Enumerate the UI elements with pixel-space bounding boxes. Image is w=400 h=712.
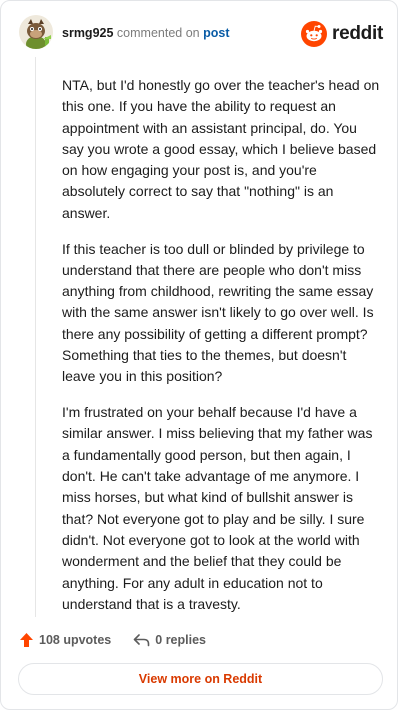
comment-paragraph: If this teacher is too dull or blinded b… <box>62 240 374 385</box>
comment-paragraph: NTA, but I'd honestly go over the teache… <box>62 77 380 221</box>
embedded-comment-card: srmg925 commented on post reddit NTA, bu… <box>0 0 398 710</box>
user-avatar[interactable] <box>19 15 53 49</box>
reply-arrow-icon <box>133 634 150 647</box>
username-link[interactable]: srmg925 <box>62 26 113 40</box>
snoo-avatar-icon <box>19 15 53 49</box>
post-link[interactable]: post <box>203 26 229 40</box>
brand-wordmark: reddit <box>332 23 383 44</box>
comment-actions: 108 upvotes 0 replies <box>19 629 228 651</box>
view-more-button[interactable]: View more on Reddit <box>18 663 383 695</box>
upvote-count: 108 upvotes <box>39 633 112 647</box>
reddit-logo-icon <box>301 21 328 47</box>
reddit-brand[interactable]: reddit <box>301 21 383 47</box>
comment-body: NTA, but I'd honestly go over the teache… <box>62 75 380 630</box>
thread-line <box>35 57 36 617</box>
upvote-button[interactable]: 108 upvotes <box>19 632 111 648</box>
reply-count: 0 replies <box>155 633 206 647</box>
comment-meta: srmg925 commented on post <box>62 26 229 40</box>
reply-button[interactable]: 0 replies <box>133 633 206 647</box>
upvote-arrow-icon <box>20 633 33 647</box>
comment-header: srmg925 commented on post reddit <box>19 15 383 55</box>
action-text: commented on <box>116 26 200 40</box>
comment-paragraph: I'm frustrated on your behalf because I'… <box>62 404 373 612</box>
